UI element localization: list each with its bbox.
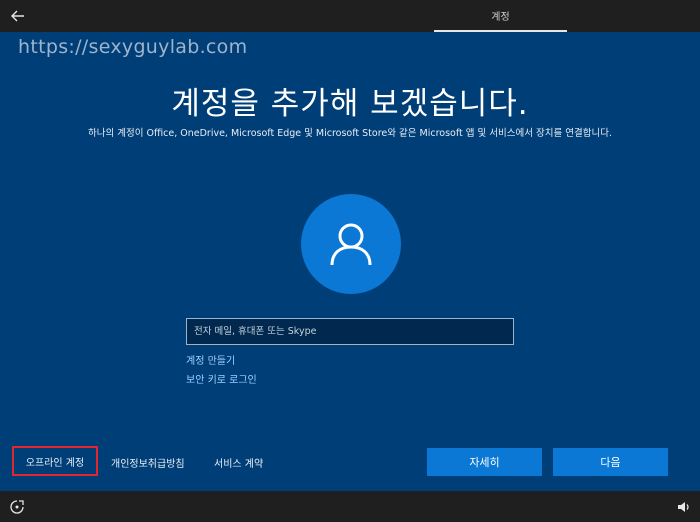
bottom-bar [0,491,700,522]
avatar [301,194,401,294]
security-key-link[interactable]: 보안 키로 로그인 [186,371,257,386]
email-field[interactable] [186,318,514,345]
terms-link[interactable]: 서비스 계약 [214,455,263,470]
watermark-text: https://sexyguylab.com [18,36,248,58]
create-account-link[interactable]: 계정 만들기 [186,352,235,367]
more-info-button[interactable]: 자세히 [427,448,542,476]
oobe-screen: 계정 https://sexyguylab.com 계정을 추가해 보겠습니다.… [0,0,700,522]
page-title: 계정을 추가해 보겠습니다. [171,86,529,122]
privacy-link[interactable]: 개인정보취급방침 [111,455,185,470]
top-bar: 계정 [0,0,700,32]
tab-account: 계정 [434,0,567,32]
offline-account-label: 오프라인 계정 [25,457,85,469]
page-subtitle: 하나의 계정이 Office, OneDrive, Microsoft Edge… [88,128,612,139]
back-button[interactable] [6,4,30,28]
offline-account-link[interactable]: 오프라인 계정 [12,446,98,476]
volume-icon[interactable] [676,499,692,515]
user-icon [330,223,372,266]
back-arrow-icon [11,10,24,22]
main-panel: https://sexyguylab.com 계정을 추가해 보겠습니다. 하나… [0,32,700,491]
ease-of-access-icon[interactable] [9,499,25,515]
next-button[interactable]: 다음 [553,448,668,476]
